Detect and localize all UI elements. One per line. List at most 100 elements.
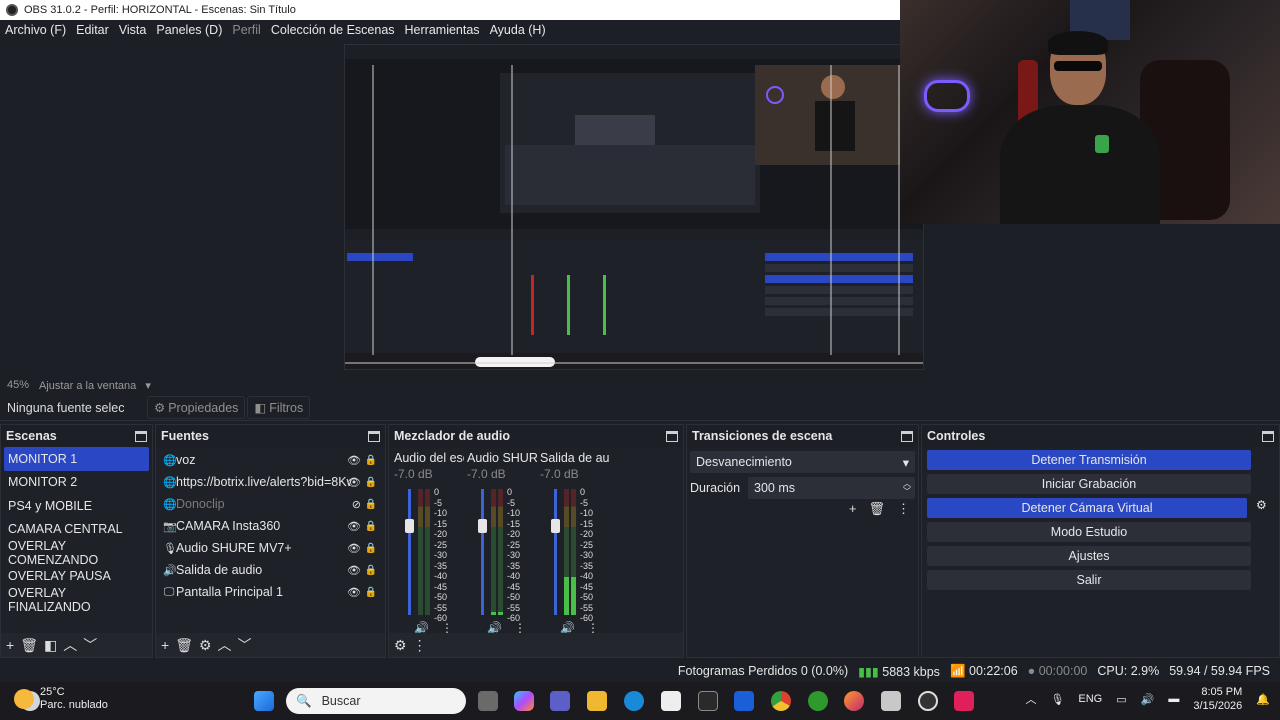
clock[interactable]: 8:05 PM 3/15/2026 [1193,685,1242,713]
source-item[interactable]: 📷 CAMARA Insta360 👁 🔒 [156,515,385,537]
mic-icon[interactable]: 🎙 [1050,693,1064,706]
windows-start-icon[interactable] [254,691,274,711]
store-icon[interactable] [661,691,681,711]
fader-knob[interactable] [478,519,487,533]
transition-select[interactable]: Desvanecimiento ▾ [690,451,915,473]
obs-taskbar-icon[interactable] [918,691,938,711]
source-item[interactable]: 🖵 Pantalla Principal 1 👁 🔒 [156,581,385,603]
lock-icon[interactable]: 🔒 [365,521,377,532]
menu-archivo[interactable]: Archivo (F) [5,23,66,37]
notifications-icon[interactable]: 🔔 [1256,693,1270,706]
source-item[interactable]: 🌐 https://botrix.live/alerts?bid=8Kw 👁 🔒 [156,471,385,493]
language-indicator[interactable]: ENG [1078,693,1102,705]
app-cube-icon[interactable] [698,691,718,711]
move-up-button[interactable]: ︿ [63,635,77,655]
menu-vista[interactable]: Vista [119,23,147,37]
lock-icon[interactable]: 🔒 [365,587,377,598]
fader-knob[interactable] [551,519,560,533]
scene-item[interactable]: OVERLAY COMENZANDO [1,539,152,567]
chrome-icon[interactable] [771,691,791,711]
lock-icon[interactable]: 🔒 [365,477,377,488]
add-scene-button[interactable]: + [6,637,14,653]
menu-perfil[interactable]: Perfil [232,23,260,37]
advanced-audio-button[interactable]: ⚙ [394,637,407,654]
control-button[interactable]: Salir [927,570,1251,590]
preview-canvas[interactable] [344,44,924,370]
duration-input[interactable]: 300 ms ︿ ﹀ [748,477,915,499]
menu-coleccion[interactable]: Colección de Escenas [271,23,395,37]
scene-item[interactable]: OVERLAY FINALIZANDO [1,586,152,614]
scene-item[interactable]: PS4 y MOBILE [1,494,152,518]
fader-knob[interactable] [405,519,414,533]
control-button[interactable]: Detener Cámara Virtual [927,498,1247,518]
eye-icon[interactable]: 👁 [347,520,361,533]
source-item[interactable]: 🌐 Donoclip ⊘ 🔒 [156,493,385,515]
edge-icon[interactable] [624,691,644,711]
file-explorer-icon[interactable] [587,691,607,711]
spin-icon[interactable]: ︿ ﹀ [903,480,911,496]
scene-item[interactable]: MONITOR 1 [4,447,149,471]
menu-herramientas[interactable]: Herramientas [405,23,480,37]
menu-ayuda[interactable]: Ayuda (H) [490,23,546,37]
network-icon[interactable]: ▭ [1116,693,1126,706]
zoom-fit-select[interactable]: Ajustar a la ventana ▾ [39,379,151,392]
scene-filters-button[interactable]: ◧ [44,637,57,654]
lock-icon[interactable]: 🔒 [365,543,377,554]
control-button[interactable]: Modo Estudio [927,522,1251,542]
source-item[interactable]: 🎙 Audio SHURE MV7+ 👁 🔒 [156,537,385,559]
remove-scene-button[interactable]: 🗑 [20,637,38,654]
undock-icon[interactable] [368,430,380,442]
filters-button[interactable]: ◧ Filtros [247,396,311,419]
firefox-icon[interactable] [844,691,864,711]
app-paint-icon[interactable] [881,691,901,711]
move-down-button[interactable]: ﹀ [83,635,97,655]
lock-icon[interactable]: 🔒 [365,499,377,510]
menu-editar[interactable]: Editar [76,23,109,37]
transition-menu-button[interactable]: ⋮ [897,501,910,517]
move-down-button[interactable]: ﹀ [238,635,252,655]
taskbar-search[interactable]: 🔍 Buscar [286,688,466,714]
eye-icon[interactable]: 👁 [347,476,361,489]
task-view-icon[interactable] [478,691,498,711]
eye-icon[interactable]: 👁 [347,586,361,599]
xbox-icon[interactable] [808,691,828,711]
eye-hidden-icon[interactable]: ⊘ [352,498,361,511]
volume-fader[interactable] [478,489,487,615]
source-item[interactable]: 🔊 Salida de audio 👁 🔒 [156,559,385,581]
copilot-icon[interactable] [514,691,534,711]
eye-icon[interactable]: 👁 [347,454,361,467]
undock-icon[interactable] [1262,430,1274,442]
undock-icon[interactable] [666,430,678,442]
properties-button[interactable]: ⚙ Propiedades [147,396,246,419]
source-item[interactable]: 🌐 voz 👁 🔒 [156,449,385,471]
tiktok-live-icon[interactable] [954,691,974,711]
eye-icon[interactable]: 👁 [347,564,361,577]
source-properties-button[interactable]: ⚙ [199,637,212,654]
lock-icon[interactable]: 🔒 [365,455,377,466]
menu-paneles[interactable]: Paneles (D) [156,23,222,37]
undock-icon[interactable] [901,430,913,442]
volume-fader[interactable] [551,489,560,615]
mixer-menu-button[interactable]: ⋮ [413,637,427,654]
volume-icon[interactable]: 🔊 [1141,693,1155,706]
eye-icon[interactable]: 👁 [347,542,361,555]
scene-item[interactable]: MONITOR 2 [1,471,152,495]
move-up-button[interactable]: ︿ [218,635,232,655]
scene-item[interactable]: OVERLAY PAUSA [1,565,152,589]
weather-widget[interactable]: 25°C Parc. nublado [14,686,108,712]
lock-icon[interactable]: 🔒 [365,565,377,576]
remove-transition-button[interactable]: 🗑 [868,501,885,517]
app-ai-icon[interactable] [734,691,754,711]
tray-chevron-icon[interactable]: ︿ [1025,691,1036,707]
control-button[interactable]: Detener Transmisión [927,450,1251,470]
scene-item[interactable]: CAMARA CENTRAL [1,518,152,542]
remove-source-button[interactable]: 🗑 [175,637,193,654]
add-transition-button[interactable]: + [849,501,857,517]
battery-icon[interactable]: ▬ [1168,693,1179,705]
control-button[interactable]: Ajustes [927,546,1251,566]
control-button[interactable]: Iniciar Grabación [927,474,1251,494]
add-source-button[interactable]: + [161,637,169,653]
virtual-camera-settings-icon[interactable]: ⚙ [1256,498,1267,512]
undock-icon[interactable] [135,430,147,442]
teams-icon[interactable] [550,691,570,711]
